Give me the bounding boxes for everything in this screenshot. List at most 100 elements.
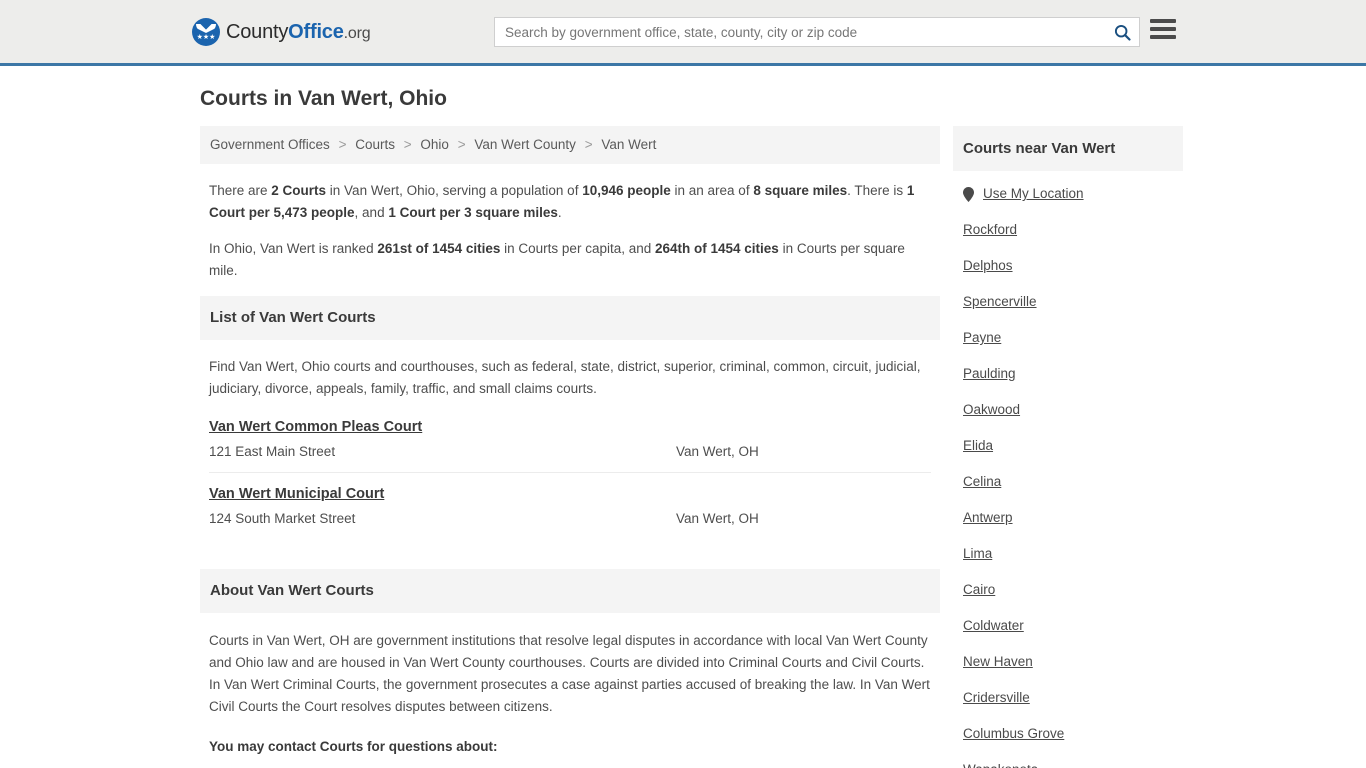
sidebar-header: Courts near Van Wert (953, 126, 1183, 171)
breadcrumb-item-van-wert[interactable]: Van Wert (601, 137, 656, 152)
breadcrumb-item-courts[interactable]: Courts (355, 137, 395, 152)
search-bar[interactable] (494, 17, 1140, 47)
brand-part-office: Office (288, 20, 344, 43)
city-link[interactable]: Payne (963, 330, 1001, 345)
city-link[interactable]: Antwerp (963, 510, 1013, 525)
about-section-title: About Van Wert Courts (210, 582, 374, 599)
court-name-link[interactable]: Van Wert Municipal Court (209, 486, 384, 502)
city-link[interactable]: Spencerville (963, 294, 1037, 309)
about-paragraph: Courts in Van Wert, OH are government in… (209, 633, 930, 714)
table-row: Van Wert Common Pleas Court 121 East Mai… (209, 418, 931, 473)
hamburger-menu-icon[interactable] (1150, 18, 1176, 40)
breadcrumb-separator: > (584, 137, 593, 152)
intro-text: in Van Wert, Ohio, serving a population … (326, 183, 583, 198)
sidebar-item-payne[interactable]: Payne (963, 319, 1173, 355)
city-link[interactable]: Lima (963, 546, 992, 561)
breadcrumb-item-van-wert-county[interactable]: Van Wert County (474, 137, 576, 152)
brand-wordmark: CountyOffice.org (226, 20, 371, 44)
list-section-body: Find Van Wert, Ohio courts and courthous… (200, 356, 940, 539)
intro-text: There are (209, 183, 272, 198)
stat-rank-per-sqmi: 264th of 1454 cities (655, 241, 779, 256)
city-link[interactable]: Celina (963, 474, 1001, 489)
city-link[interactable]: Cairo (963, 582, 995, 597)
breadcrumb-item-government-offices[interactable]: Government Offices (210, 137, 330, 152)
sidebar-item-lima[interactable]: Lima (963, 535, 1173, 571)
sidebar-item-wapakoneta[interactable]: Wapakoneta (963, 751, 1173, 768)
intro-paragraph-1: There are 2 Courts in Van Wert, Ohio, se… (209, 180, 931, 224)
search-button[interactable] (1105, 18, 1139, 46)
sidebar-item-columbus-grove[interactable]: Columbus Grove (963, 715, 1173, 751)
list-section-header: List of Van Wert Courts (200, 296, 940, 340)
city-link[interactable]: Oakwood (963, 402, 1020, 417)
intro-text: , and (354, 205, 389, 220)
search-input[interactable] (495, 18, 1105, 46)
brand-part-tld: .org (343, 24, 371, 42)
breadcrumb: Government Offices > Courts > Ohio > Van… (200, 126, 940, 164)
city-link[interactable]: Delphos (963, 258, 1013, 273)
city-link[interactable]: Elida (963, 438, 993, 453)
sidebar-item-antwerp[interactable]: Antwerp (963, 499, 1173, 535)
court-address: 124 South Market Street Van Wert, OH (209, 509, 931, 529)
city-link[interactable]: Cridersville (963, 690, 1030, 705)
sidebar-item-spencerville[interactable]: Spencerville (963, 283, 1173, 319)
sidebar-item-new-haven[interactable]: New Haven (963, 643, 1173, 679)
about-questions-heading: You may contact Courts for questions abo… (209, 739, 498, 754)
intro-text: . There is (847, 183, 907, 198)
sidebar-item-elida[interactable]: Elida (963, 427, 1173, 463)
stat-area: 8 square miles (753, 183, 848, 198)
site-header: ★★★ CountyOffice.org (0, 0, 1366, 66)
city-link[interactable]: Wapakoneta (963, 762, 1038, 768)
sidebar-item-rockford[interactable]: Rockford (963, 211, 1173, 247)
map-pin-icon (963, 186, 974, 202)
breadcrumb-separator: > (457, 137, 466, 152)
use-my-location-link[interactable]: Use My Location (983, 185, 1084, 203)
stat-court-count: 2 Courts (271, 183, 327, 198)
sidebar-city-list: Use My Location Rockford Delphos Spencer… (953, 171, 1183, 768)
court-address: 121 East Main Street Van Wert, OH (209, 442, 931, 462)
court-street: 121 East Main Street (209, 444, 336, 459)
intro-text: in an area of (670, 183, 754, 198)
court-city: Van Wert, OH (676, 511, 759, 526)
sidebar-item-use-my-location[interactable]: Use My Location (963, 171, 1173, 211)
sidebar-item-coldwater[interactable]: Coldwater (963, 607, 1173, 643)
seal-stars: ★★★ (196, 34, 216, 41)
page-body: Courts in Van Wert, Ohio Government Offi… (0, 86, 1366, 768)
breadcrumb-separator: > (338, 137, 347, 152)
intro-stats: There are 2 Courts in Van Wert, Ohio, se… (200, 180, 940, 282)
intro-text: In Ohio, Van Wert is ranked (209, 241, 378, 256)
intro-paragraph-2: In Ohio, Van Wert is ranked 261st of 145… (209, 238, 931, 282)
list-section-description: Find Van Wert, Ohio courts and courthous… (209, 359, 921, 396)
table-row: Van Wert Municipal Court 124 South Marke… (209, 473, 931, 539)
stat-population: 10,946 people (582, 183, 671, 198)
court-name-link[interactable]: Van Wert Common Pleas Court (209, 419, 422, 435)
intro-text: in Courts per capita, and (500, 241, 655, 256)
intro-text: . (557, 205, 562, 220)
breadcrumb-item-ohio[interactable]: Ohio (420, 137, 449, 152)
main-column: Government Offices > Courts > Ohio > Van… (200, 126, 940, 768)
city-link[interactable]: Rockford (963, 222, 1017, 237)
court-list: Van Wert Common Pleas Court 121 East Mai… (209, 418, 931, 539)
sidebar-title: Courts near Van Wert (963, 140, 1116, 157)
city-link[interactable]: New Haven (963, 654, 1033, 669)
sidebar-item-paulding[interactable]: Paulding (963, 355, 1173, 391)
sidebar-item-cridersville[interactable]: Cridersville (963, 679, 1173, 715)
eagle-seal-icon: ★★★ (192, 18, 220, 46)
site-logo[interactable]: ★★★ CountyOffice.org (192, 18, 371, 46)
sidebar-item-cairo[interactable]: Cairo (963, 571, 1173, 607)
brand-part-county: County (226, 20, 289, 43)
sidebar-item-oakwood[interactable]: Oakwood (963, 391, 1173, 427)
city-link[interactable]: Coldwater (963, 618, 1024, 633)
search-icon (1114, 24, 1131, 41)
stat-rank-per-capita: 261st of 1454 cities (377, 241, 501, 256)
city-link[interactable]: Paulding (963, 366, 1016, 381)
breadcrumb-separator: > (403, 137, 412, 152)
sidebar-item-celina[interactable]: Celina (963, 463, 1173, 499)
sidebar-item-delphos[interactable]: Delphos (963, 247, 1173, 283)
court-city: Van Wert, OH (676, 444, 759, 459)
court-street: 124 South Market Street (209, 511, 356, 526)
about-section-body: Courts in Van Wert, OH are government in… (200, 630, 940, 768)
about-section-header: About Van Wert Courts (200, 569, 940, 613)
city-link[interactable]: Columbus Grove (963, 726, 1064, 741)
list-section-title: List of Van Wert Courts (210, 309, 376, 326)
stat-courts-per-sqmi: 1 Court per 3 square miles (388, 205, 558, 220)
